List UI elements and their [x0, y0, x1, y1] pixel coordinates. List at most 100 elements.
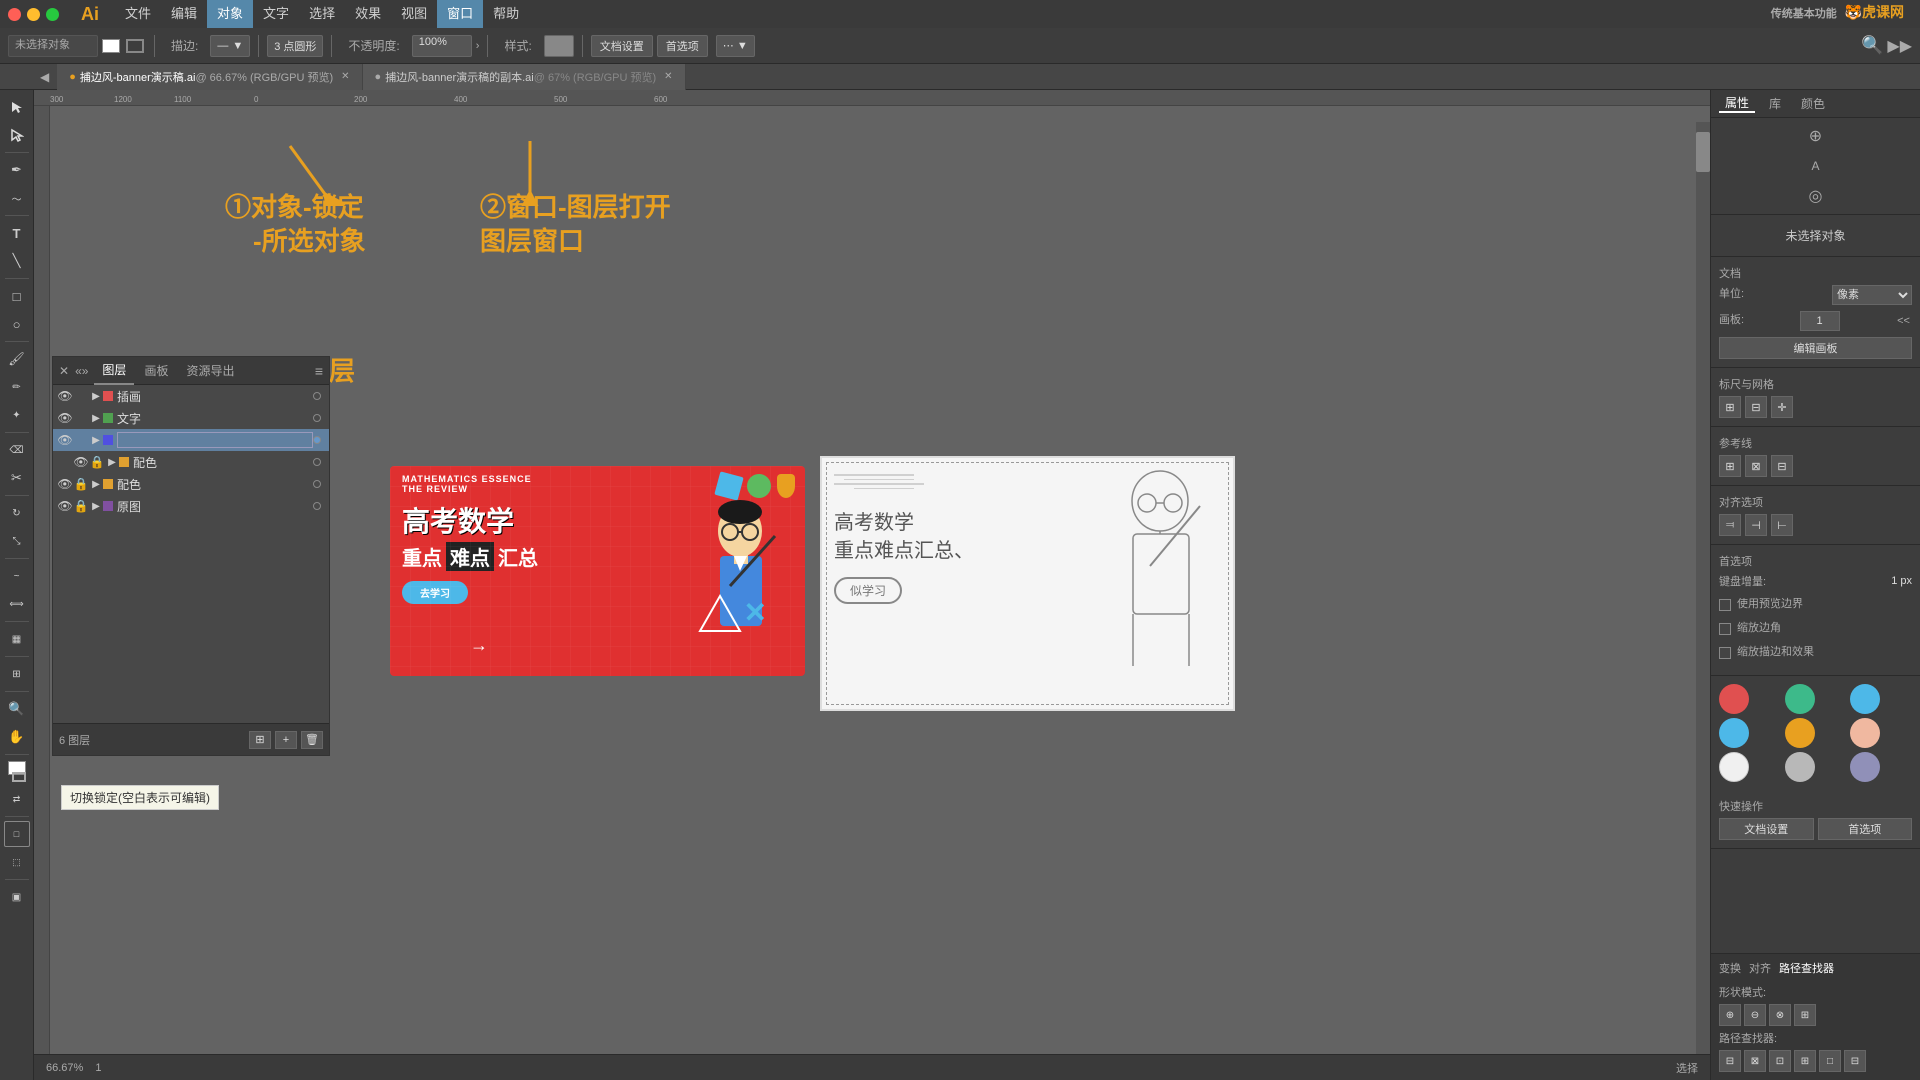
layer-row-palette-child[interactable]: 👁 🔒 ▶ 配色 — [53, 451, 329, 473]
menu-item-text[interactable]: 文字 — [253, 0, 299, 28]
layers-panel-close[interactable]: ✕ — [59, 364, 69, 378]
swatch-pink[interactable] — [1850, 718, 1880, 748]
corner-radius-checkbox[interactable] — [1719, 623, 1731, 635]
layer-row-palette[interactable]: 👁 🔒 ▶ 配色 — [53, 473, 329, 495]
pf-trim-btn[interactable]: ⊠ — [1744, 1050, 1766, 1072]
transform-tab[interactable]: 变换 — [1719, 960, 1741, 976]
delete-layer-btn[interactable]: 🗑 — [301, 731, 323, 749]
swatch-gray[interactable] — [1785, 752, 1815, 782]
draw-behind[interactable]: ⬚ — [4, 849, 30, 875]
hand-tool[interactable]: ✋ — [4, 724, 30, 750]
align-icon-lines[interactable]: ⊟ — [1745, 396, 1767, 418]
shape-intersect-btn[interactable]: ⊗ — [1769, 1004, 1791, 1026]
shape-minus-btn[interactable]: ⊖ — [1744, 1004, 1766, 1026]
eye-icon-4[interactable]: 👁 — [73, 455, 89, 469]
mac-max-btn[interactable] — [46, 8, 59, 21]
tab-2[interactable]: ● 捕边风-banner演示稿的副本.ai @ 67% (RGB/GPU 预览)… — [363, 64, 686, 90]
pf-divide-btn[interactable]: ⊟ — [1719, 1050, 1741, 1072]
artboard-input[interactable] — [1800, 311, 1840, 331]
scissors-tool[interactable]: ✂ — [4, 465, 30, 491]
menu-item-edit[interactable]: 编辑 — [161, 0, 207, 28]
layer-name-input-3[interactable] — [117, 432, 313, 448]
lock-icon-6[interactable]: 🔒 — [73, 499, 89, 513]
arrow-icon-3[interactable]: ▶ — [89, 435, 103, 446]
rp-icon-align[interactable]: A — [1802, 152, 1830, 180]
menu-item-select[interactable]: 选择 — [299, 0, 345, 28]
tab-1[interactable]: ● 捕边风-banner演示稿.ai @ 66.67% (RGB/GPU 预览)… — [57, 64, 362, 90]
rect-tool[interactable]: □ — [4, 283, 30, 309]
swatch-teal[interactable] — [1785, 684, 1815, 714]
arrow-icon-5[interactable]: ▶ — [89, 479, 103, 490]
line-tool[interactable]: ╲ — [4, 248, 30, 274]
align-center-btn[interactable]: ⊣ — [1745, 514, 1767, 536]
pf-crop-btn[interactable]: ⊞ — [1794, 1050, 1816, 1072]
pathfinder-tab[interactable]: 路径查找器 — [1779, 960, 1834, 976]
ellipse-tool[interactable]: ○ — [4, 311, 30, 337]
eye-icon-6[interactable]: 👁 — [57, 499, 73, 513]
shaper-tool[interactable]: ✦ — [4, 402, 30, 428]
align-left-btn[interactable]: ⫤ — [1719, 514, 1741, 536]
swatch-red[interactable] — [1719, 684, 1749, 714]
layers-tab[interactable]: 图层 — [94, 357, 134, 385]
unit-select[interactable]: 像素 — [1832, 285, 1912, 305]
preferences-btn[interactable]: 首选项 — [657, 35, 708, 57]
use-preview-checkbox[interactable] — [1719, 599, 1731, 611]
tab-2-close[interactable]: ✕ — [664, 71, 672, 82]
tab-library[interactable]: 库 — [1763, 95, 1787, 112]
layer-row-new[interactable]: 👁 ▶ — [53, 429, 329, 451]
align-tab[interactable]: 对齐 — [1749, 960, 1771, 976]
tab-back-icon[interactable]: ◀ — [40, 70, 49, 84]
doc-settings-btn[interactable]: 文档设置 — [591, 35, 653, 57]
layers-panel-gear[interactable]: ≡ — [315, 363, 323, 379]
extra-dropdown[interactable]: ⋯ ▼ — [716, 35, 755, 57]
menu-item-object[interactable]: 对象 — [207, 0, 253, 28]
pf-outline-btn[interactable]: □ — [1819, 1050, 1841, 1072]
width-tool[interactable]: ⟺ — [4, 591, 30, 617]
arrow-icon-4[interactable]: ▶ — [105, 457, 119, 468]
select-tool[interactable] — [4, 94, 30, 120]
change-mode[interactable]: ▣ — [4, 884, 30, 910]
swatch-blue[interactable] — [1850, 684, 1880, 714]
lock-icon-5[interactable]: 🔒 — [73, 477, 89, 491]
lock-icon-4[interactable]: 🔒 — [89, 455, 105, 469]
menu-item-window[interactable]: 窗口 — [437, 0, 483, 28]
fill-color[interactable] — [102, 39, 120, 53]
swap-fill-stroke[interactable]: ⇄ — [4, 786, 30, 812]
align-right-btn[interactable]: ⊢ — [1771, 514, 1793, 536]
menu-item-effects[interactable]: 效果 — [345, 0, 391, 28]
layers-panel-collapse[interactable]: «» — [75, 364, 88, 378]
swatch-orange[interactable] — [1785, 718, 1815, 748]
scrollbar-v[interactable] — [1696, 122, 1710, 1080]
curvature-tool[interactable]: 〜 — [4, 185, 30, 211]
warp-tool[interactable]: ~ — [4, 563, 30, 589]
guide-icon-2[interactable]: ⊠ — [1745, 455, 1767, 477]
column-graph-tool[interactable]: ▦ — [4, 626, 30, 652]
swatch-white[interactable] — [1719, 752, 1749, 782]
align-icon-grid[interactable]: ⊞ — [1719, 396, 1741, 418]
rp-icon-transform[interactable]: ⊕ — [1802, 122, 1830, 150]
tab-1-close[interactable]: ✕ — [341, 71, 349, 82]
prefs-action-btn[interactable]: 首选项 — [1818, 818, 1913, 840]
rp-icon-something[interactable]: ◎ — [1802, 182, 1830, 210]
stroke-color-btn[interactable] — [12, 772, 26, 782]
search-icon[interactable]: 🔍 — [1861, 35, 1883, 56]
asset-export-tab[interactable]: 资源导出 — [178, 357, 242, 385]
style-dropdown[interactable] — [544, 35, 574, 57]
arrow-icon-1[interactable]: ▶ — [89, 391, 103, 402]
stroke-dropdown[interactable]: —▼ — [210, 35, 250, 57]
rotate-tool[interactable]: ↻ — [4, 500, 30, 526]
zoom-level[interactable]: 66.67% — [46, 1062, 83, 1074]
scale-effects-checkbox[interactable] — [1719, 647, 1731, 659]
guide-icon-3[interactable]: ⊟ — [1771, 455, 1793, 477]
align-icon-cross[interactable]: ✛ — [1771, 396, 1793, 418]
eye-icon-1[interactable]: 👁 — [57, 389, 73, 403]
doc-settings-action-btn[interactable]: 文档设置 — [1719, 818, 1814, 840]
pf-minus-back-btn[interactable]: ⊟ — [1844, 1050, 1866, 1072]
guide-icon-1[interactable]: ⊞ — [1719, 455, 1741, 477]
layer-row-text[interactable]: 👁 ▶ 文字 — [53, 407, 329, 429]
eye-icon-2[interactable]: 👁 — [57, 411, 73, 425]
swatch-purple[interactable] — [1850, 752, 1880, 782]
direct-select-tool[interactable] — [4, 122, 30, 148]
arrow-icon-2[interactable]: ▶ — [89, 413, 103, 424]
paintbrush-tool[interactable]: 🖌 — [4, 346, 30, 372]
